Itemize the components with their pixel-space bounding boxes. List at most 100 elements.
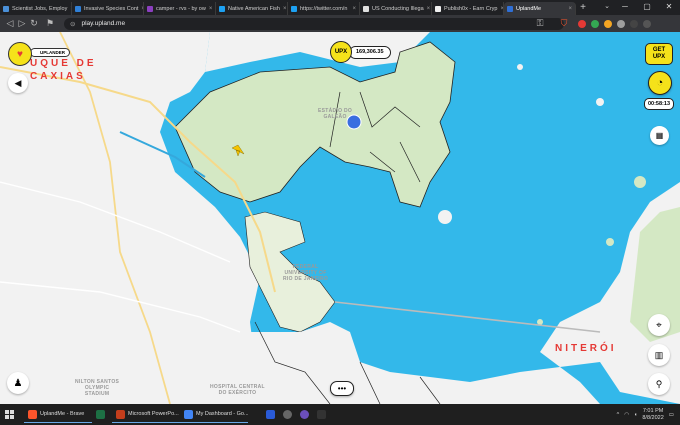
clock[interactable]: 7:01 PM 8/8/2022 [642,408,663,422]
windows-logo-icon [4,410,14,419]
extension-green-icon[interactable] [591,19,599,28]
close-tab-icon[interactable]: × [427,6,431,12]
taskbar-app[interactable]: My Dashboard - Go... [180,406,248,423]
taskbar-app[interactable]: Microsoft PowerPo... [112,406,180,423]
clock-time: 7:01 PM [642,407,664,414]
window-controls: ─ ▢ ✕ [614,0,680,14]
close-tab-icon[interactable]: × [209,6,213,12]
location-pin-icon: ⌖ [656,319,662,331]
taskbar-app[interactable] [92,406,112,423]
map-label-hospital: HOSPITAL CENTRAL DO EXÉRCITO [210,384,265,396]
tab-search-icon[interactable]: ⌄ [604,2,610,10]
browser-tab[interactable]: Invasive Species Cont× [72,2,144,15]
browser-tab[interactable]: UplandMe × [504,2,576,15]
clock-icon: ◔ [656,77,664,89]
browser-tab[interactable]: camper - rvs - by ow × [144,2,216,15]
address-bar: ◁ ▷ ↻ ⚑ ⊝ play.upland.me ⚿ ⛉ [0,15,680,32]
game-map[interactable]: UQUE DE CAXIAS NITERÓI ESTÁDIO DO GALEÃO… [0,32,680,404]
app-purple-icon[interactable] [300,410,309,419]
person-icon: ♟ [13,377,23,389]
maximize-button[interactable]: ▢ [636,0,658,14]
more-menu-button[interactable]: ••• [330,381,354,396]
rank-badge: UPLANDER [30,48,70,57]
speaker-icon[interactable]: ◖ [634,412,637,418]
tray-chevron-icon[interactable]: ^ [617,412,620,418]
app-icon [184,409,193,419]
brave-shield-icon[interactable]: ⛉ [558,18,570,29]
upx-balance-widget[interactable]: UPX 169,306.35 [330,41,391,63]
reload-icon[interactable]: ↻ [28,18,40,29]
taskbar: UplandMe - Brave Microsoft PowerPo... My D… [0,404,680,425]
close-tab-icon[interactable]: × [352,6,356,12]
browser-tab[interactable]: Scientist Jobs, Employ× [0,2,72,15]
map-label-estadio: ESTÁDIO DO GALEÃO [318,108,353,120]
taskbar-app-label: My Dashboard - Go... [196,411,248,417]
heart-icon: ♥ [17,48,23,60]
get-upx-label: GET UPX [652,47,666,60]
new-tab-button[interactable]: + [576,2,590,13]
menu-icon[interactable] [643,19,651,28]
tab-strip: Scientist Jobs, Employ×Invasive Species … [0,0,680,15]
browser-tab[interactable]: Publish0x - Earn Cryp × [432,2,504,15]
building-icon: ▥ [654,349,664,360]
clock-button[interactable]: ◔ [648,71,672,95]
browser-tab[interactable]: https://twitter.com/n × [288,2,360,15]
key-icon[interactable]: ⚿ [534,18,546,29]
extensions-area [578,19,651,28]
tab-title: Invasive Species Cont [84,5,139,12]
app-gear-icon[interactable] [283,410,292,419]
app-icon [96,410,105,419]
minimize-button[interactable]: ─ [614,0,636,14]
site-info-icon[interactable]: ⊝ [70,20,75,28]
player-button[interactable]: ♟ [7,372,29,394]
upx-balance: 169,306.35 [349,45,391,59]
tab-favicon-icon [291,5,297,12]
city-label-niteroi: NITERÓI [555,343,617,354]
back-icon[interactable]: ◁ [4,18,16,29]
bookmark-icon[interactable]: ⚑ [44,18,56,29]
buildings-button[interactable]: ▥ [648,344,670,366]
calendar-button[interactable]: ▦ [650,126,669,145]
wifi-icon[interactable]: ◠ [624,412,629,418]
close-tab-icon[interactable]: × [283,6,287,12]
browser-tab[interactable]: US Conducting Illega × [360,2,432,15]
forward-icon[interactable]: ▷ [16,18,28,29]
back-button[interactable]: ◀ [8,73,28,93]
tab-list: Scientist Jobs, Employ×Invasive Species … [0,0,576,15]
app-dark-icon[interactable] [317,410,326,419]
browser-tab[interactable]: Native American Fish × [216,2,288,15]
session-timer: 00:58:13 [644,98,674,110]
windows-start-button[interactable] [0,410,18,419]
tab-favicon-icon [3,5,9,12]
get-upx-button[interactable]: GET UPX [645,43,673,65]
search-button[interactable]: ⚲ [648,373,670,395]
tab-favicon-icon [435,5,441,12]
upx-coin-icon: UPX [330,41,352,63]
taskbar-app-label: UplandMe - Brave [40,411,85,417]
tab-title: https://twitter.com/n [300,5,348,12]
tab-title: US Conducting Illega [372,5,424,12]
app-blue-icon[interactable] [266,410,275,419]
tab-favicon-icon [219,5,225,12]
city-label-duque-de-caxias: UQUE DE CAXIAS [30,58,97,82]
map-label-nilton-santos: NILTON SANTOS OLYMPIC STADIUM [75,379,120,397]
close-tab-icon[interactable]: × [568,6,572,12]
clock-date: 8/8/2022 [642,414,664,421]
url-text: play.upland.me [81,20,126,27]
close-window-button[interactable]: ✕ [658,0,680,14]
profile-icon[interactable] [630,19,638,28]
tab-favicon-icon [75,5,81,12]
profile-avatar[interactable]: ♥ [8,42,32,66]
puzzle-icon[interactable] [617,19,625,28]
calendar-icon: ▦ [655,131,664,140]
notifications-icon[interactable]: ▭ [669,412,674,418]
tab-title: Publish0x - Earn Cryp [444,5,498,12]
extension-red-icon[interactable] [578,19,586,28]
taskbar-app-label: Microsoft PowerPo... [128,411,179,417]
location-button[interactable]: ⌖ [648,314,670,336]
extension-orange-icon[interactable] [604,19,612,28]
taskbar-app[interactable]: UplandMe - Brave [24,406,92,423]
tab-favicon-icon [363,5,369,12]
tab-favicon-icon [147,5,153,12]
url-input[interactable]: ⊝ play.upland.me [64,17,564,30]
